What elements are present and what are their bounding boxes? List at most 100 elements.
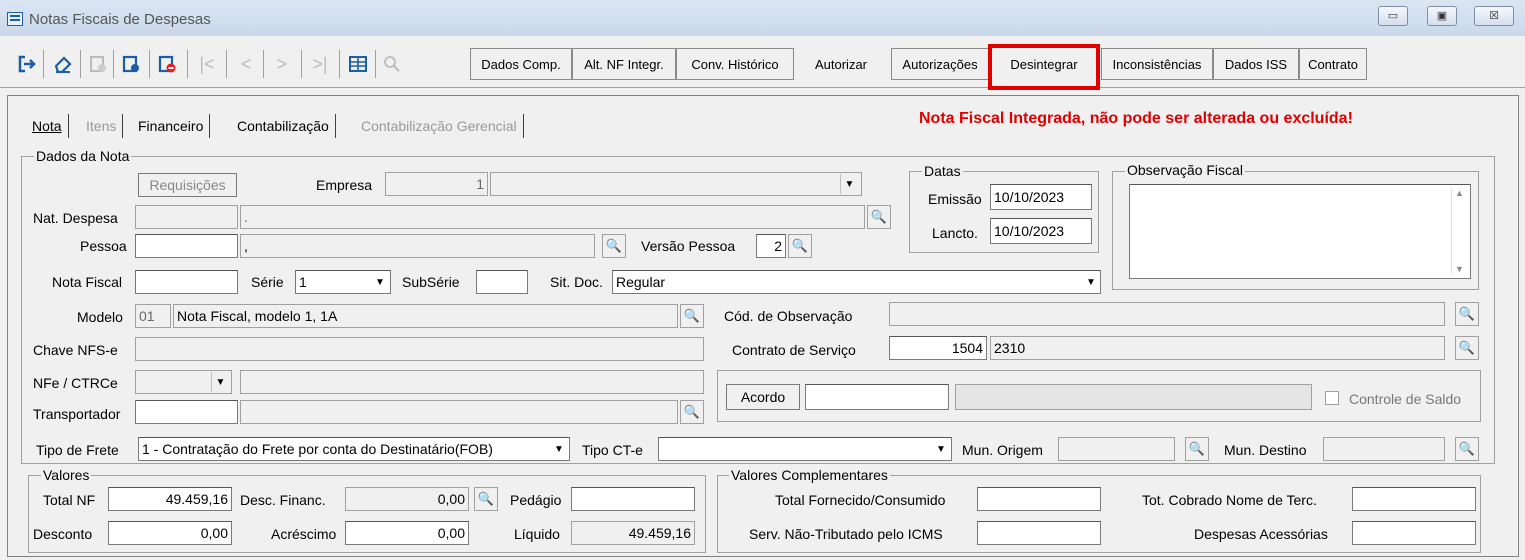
tipo-frete-chevron-icon[interactable]: ▼ <box>550 439 568 459</box>
modelo-code-field[interactable]: 01 <box>135 304 171 328</box>
chave-nfse-field[interactable] <box>135 337 704 361</box>
grid-icon[interactable] <box>344 48 372 80</box>
contrato-search-icon[interactable]: 🔍 <box>1455 336 1479 360</box>
scrollbar[interactable]: ▲ ▼ <box>1451 188 1467 274</box>
tab-nota[interactable]: Nota <box>26 114 69 138</box>
close-button[interactable]: ☒ <box>1474 6 1514 26</box>
sit-doc-label: Sit. Doc. <box>550 274 603 290</box>
desc-financ-field[interactable]: 0,00 <box>345 487 469 511</box>
liquido-field[interactable]: 49.459,16 <box>571 521 695 545</box>
minimize-button[interactable]: ▭ <box>1378 6 1408 26</box>
next-record-icon[interactable]: > <box>268 48 296 80</box>
nat-despesa-code-field[interactable] <box>135 205 238 229</box>
serie-chevron-icon[interactable]: ▼ <box>371 272 389 292</box>
scroll-up-icon[interactable]: ▲ <box>1455 188 1464 198</box>
tot-cobrado-field[interactable] <box>1352 487 1476 511</box>
controle-saldo-checkbox[interactable] <box>1325 391 1339 405</box>
emissao-field[interactable]: 10/10/2023 <box>990 184 1092 210</box>
chevron-down-icon[interactable]: ▼ <box>840 174 858 194</box>
acordo-button[interactable]: Acordo <box>726 384 800 410</box>
tab-contabilizacao-gerencial[interactable]: Contabilização Gerencial <box>355 114 524 138</box>
nat-despesa-search-icon[interactable]: 🔍 <box>867 205 891 229</box>
requisicoes-button[interactable]: Requisições <box>138 173 237 197</box>
tab-itens[interactable]: Itens <box>80 114 124 138</box>
tipo-cte-chevron-icon[interactable]: ▼ <box>932 439 950 459</box>
modelo-search-icon[interactable]: 🔍 <box>680 304 704 328</box>
liquido-label: Líquido <box>514 526 560 542</box>
total-nf-field[interactable]: 49.459,16 <box>108 487 232 511</box>
contrato-button[interactable]: Contrato <box>1299 48 1367 80</box>
lancto-field[interactable]: 10/10/2023 <box>990 218 1092 244</box>
search-icon[interactable] <box>378 48 406 80</box>
desc-financ-label: Desc. Financ. <box>240 492 326 508</box>
cod-observacao-field[interactable] <box>889 302 1445 326</box>
mun-destino-search-icon[interactable]: 🔍 <box>1455 437 1479 461</box>
last-record-icon[interactable]: >| <box>306 48 334 80</box>
cod-observacao-search-icon[interactable]: 🔍 <box>1455 302 1479 326</box>
despesas-acessorias-label: Despesas Acessórias <box>1194 526 1328 542</box>
modelo-desc-field[interactable]: Nota Fiscal, modelo 1, 1A <box>173 304 678 328</box>
mun-destino-field[interactable] <box>1323 437 1445 461</box>
datas-label: Datas <box>922 163 963 179</box>
pessoa-search-icon[interactable]: 🔍 <box>602 234 626 258</box>
despesas-acessorias-field[interactable] <box>1352 521 1476 545</box>
exit-icon[interactable] <box>13 48 41 80</box>
emissao-label: Emissão <box>928 191 982 207</box>
mun-origem-field[interactable] <box>1058 437 1175 461</box>
nota-fiscal-field[interactable] <box>135 270 238 294</box>
confirm-document-icon[interactable] <box>117 48 145 80</box>
dados-comp-button[interactable]: Dados Comp. <box>470 48 572 80</box>
pessoa-code-field[interactable] <box>135 234 238 258</box>
observacao-label: Observação Fiscal <box>1125 162 1245 178</box>
versao-pessoa-label: Versão Pessoa <box>641 238 736 254</box>
transportador-name-field[interactable] <box>240 400 678 424</box>
first-record-icon[interactable]: |< <box>193 48 221 80</box>
title-bar: Notas Fiscais de Despesas ▭ ▣ ☒ <box>0 0 1525 36</box>
mun-origem-search-icon[interactable]: 🔍 <box>1185 437 1209 461</box>
serv-nao-tributado-field[interactable] <box>977 521 1101 545</box>
nfe-chevron-icon[interactable]: ▼ <box>211 372 229 392</box>
tipo-frete-select[interactable]: 1 - Contratação do Frete por conta do De… <box>138 437 570 461</box>
delete-document-icon[interactable] <box>153 48 181 80</box>
total-fornecido-field[interactable] <box>977 487 1101 511</box>
new-document-icon[interactable] <box>84 48 112 80</box>
sit-doc-select[interactable]: Regular <box>612 270 1101 294</box>
transportador-search-icon[interactable]: 🔍 <box>680 400 704 424</box>
eraser-icon[interactable] <box>49 48 77 80</box>
desconto-field[interactable]: 0,00 <box>108 521 232 545</box>
acordo-desc-field[interactable] <box>955 384 1312 410</box>
subserie-field[interactable] <box>476 270 528 294</box>
inconsistencias-button[interactable]: Inconsistências <box>1101 48 1213 80</box>
tab-financeiro[interactable]: Financeiro <box>132 114 211 138</box>
maximize-button[interactable]: ▣ <box>1427 6 1457 26</box>
conv-historico-button[interactable]: Conv. Histórico <box>676 48 794 80</box>
transportador-label: Transportador <box>33 406 121 422</box>
scroll-down-icon[interactable]: ▼ <box>1455 264 1464 274</box>
pedagio-field[interactable] <box>571 487 695 511</box>
autorizacoes-button[interactable]: Autorizações <box>891 48 989 80</box>
versao-pessoa-field[interactable]: 2 <box>756 234 786 258</box>
tipo-cte-select[interactable] <box>658 437 952 461</box>
pessoa-name-field[interactable]: , <box>240 234 595 258</box>
sit-doc-chevron-icon[interactable]: ▼ <box>1082 272 1100 292</box>
empresa-code-field[interactable]: 1 <box>385 172 488 196</box>
nfe-ctrce-field[interactable] <box>240 370 704 394</box>
autorizar-button[interactable]: Autorizar <box>794 48 888 80</box>
contrato-desc-field[interactable]: 2310 <box>990 336 1445 360</box>
desconto-label: Desconto <box>33 526 93 542</box>
nat-despesa-desc-field[interactable]: . <box>240 205 865 229</box>
contrato-code-field[interactable]: 1504 <box>889 336 987 360</box>
previous-record-icon[interactable]: < <box>232 48 260 80</box>
alt-nf-integr-button[interactable]: Alt. NF Integr. <box>572 48 676 80</box>
cod-observacao-label: Cód. de Observação <box>724 308 853 324</box>
mun-destino-label: Mun. Destino <box>1224 442 1307 458</box>
transportador-code-field[interactable] <box>135 400 238 424</box>
versao-search-icon[interactable]: 🔍 <box>788 234 812 258</box>
observacao-textarea[interactable] <box>1129 184 1471 279</box>
dados-iss-button[interactable]: Dados ISS <box>1213 48 1299 80</box>
acordo-field[interactable] <box>805 384 949 410</box>
desc-financ-search-icon[interactable]: 🔍 <box>474 487 498 511</box>
tab-contabilizacao[interactable]: Contabilização <box>231 114 336 138</box>
acrescimo-field[interactable]: 0,00 <box>345 521 469 545</box>
empresa-name-field[interactable] <box>490 172 862 196</box>
